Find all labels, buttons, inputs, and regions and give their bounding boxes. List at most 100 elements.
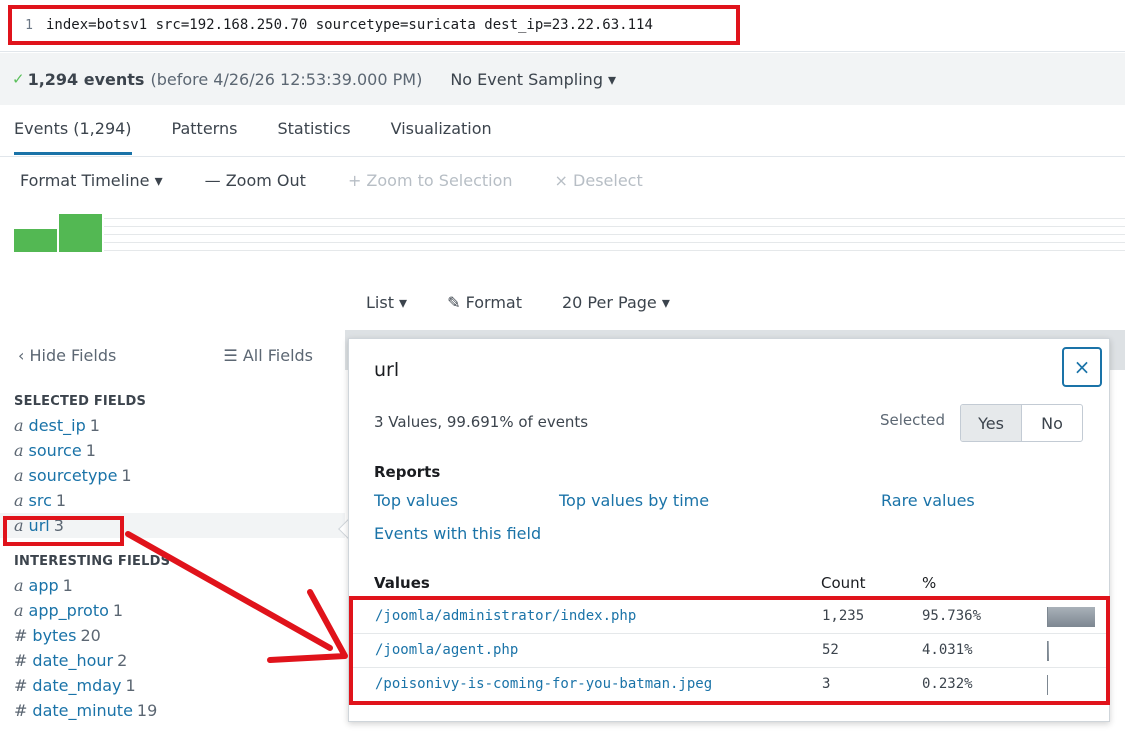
value-link[interactable]: /joomla/agent.php (375, 642, 518, 658)
timeline-gridline (104, 226, 1125, 227)
format-button[interactable]: ✎ Format (447, 293, 522, 312)
field-count: 1 (62, 576, 73, 595)
check-icon: ✓ (12, 70, 25, 88)
list-toolbar: List ▾ ✎ Format 20 Per Page ▾ (366, 280, 710, 324)
time-range: (before 4/26/26 12:53:39.000 PM) (150, 69, 423, 89)
tab-visualization[interactable]: Visualization (391, 105, 492, 155)
timeline-bar[interactable] (59, 214, 102, 252)
field-type-icon: a (14, 466, 24, 485)
selected-fields-list: a dest_ip 1 a source 1 a sourcetype 1 a src 1 a url 3 (0, 413, 345, 538)
timeline-chart[interactable] (14, 210, 1125, 252)
search-query[interactable]: index=botsv1 src=192.168.250.70 sourcety… (46, 17, 653, 33)
popup-title: url (374, 359, 400, 381)
selected-yes-button[interactable]: Yes (961, 405, 1022, 441)
all-fields-label: All Fields (242, 346, 313, 365)
zoom-out-button[interactable]: — Zoom Out (205, 171, 306, 190)
line-number: 1 (25, 17, 33, 33)
field-type-icon: a (14, 441, 24, 460)
search-input[interactable]: 1 index=botsv1 src=192.168.250.70 source… (8, 5, 740, 45)
field-type-icon: a (14, 576, 24, 595)
field-name: url (28, 516, 50, 535)
field-name: date_minute (32, 701, 133, 720)
value-percent: 95.736% (922, 608, 982, 624)
table-row[interactable]: /poisonivy-is-coming-for-you-batman.jpeg… (349, 667, 1109, 701)
value-bar-track (1047, 641, 1097, 661)
value-link[interactable]: /poisonivy-is-coming-for-you-batman.jpeg (375, 676, 712, 692)
event-count: 1,294 events (27, 69, 145, 89)
field-count: 20 (80, 626, 101, 645)
selected-fields-heading: SELECTED FIELDS (14, 394, 147, 409)
all-fields-button[interactable]: ☰ All Fields (223, 346, 313, 380)
field-item-src[interactable]: a src 1 (0, 488, 345, 513)
field-name: date_mday (32, 676, 122, 695)
table-row[interactable]: /joomla/agent.php 52 4.031% (349, 633, 1109, 667)
table-row[interactable]: /joomla/administrator/index.php 1,235 95.7… (349, 599, 1109, 633)
field-item-dest-ip[interactable]: a dest_ip 1 (0, 413, 345, 438)
field-item-source[interactable]: a source 1 (0, 438, 345, 463)
field-item-app[interactable]: a app 1 (0, 573, 345, 598)
value-percent: 4.031% (922, 642, 973, 658)
selected-no-button[interactable]: No (1022, 405, 1082, 441)
timeline-gridline (104, 234, 1125, 235)
percent-column-header: % (922, 574, 937, 592)
value-bar-track (1047, 607, 1097, 627)
values-column-header: Values (374, 574, 430, 592)
field-count: 19 (136, 701, 158, 720)
field-item-url[interactable]: a url 3 (0, 513, 345, 538)
field-count: 1 (89, 416, 100, 435)
list-icon: ☰ (223, 346, 243, 365)
field-item-date-hour[interactable]: # date_hour 2 (0, 648, 345, 673)
value-count: 1,235 (822, 608, 865, 624)
field-name: bytes (32, 626, 77, 645)
timeline-gridline (104, 242, 1125, 243)
selected-toggle: Yes No (960, 404, 1083, 442)
field-type-icon: # (14, 626, 28, 645)
deselect-button[interactable]: × Deselect (555, 171, 643, 190)
field-name: dest_ip (28, 416, 86, 435)
field-count: 1 (85, 441, 96, 460)
value-link[interactable]: /joomla/administrator/index.php (375, 608, 636, 624)
events-with-field-link[interactable]: Events with this field (374, 524, 541, 543)
search-status: ✓ 1,294 events (before 4/26/26 12:53:39.… (0, 53, 1125, 105)
event-sampling-dropdown[interactable]: No Event Sampling ▾ (450, 70, 616, 89)
field-item-date-mday[interactable]: # date_mday 1 (0, 673, 345, 698)
pencil-icon: ✎ (447, 292, 466, 312)
field-name: src (28, 491, 52, 510)
tab-statistics[interactable]: Statistics (277, 105, 350, 155)
field-type-icon: # (14, 651, 28, 670)
field-count: 3 (53, 516, 64, 535)
results-tabs: Events (1,294) Patterns Statistics Visua… (0, 105, 1125, 155)
per-page-dropdown[interactable]: 20 Per Page ▾ (562, 293, 670, 312)
sidebar-header: ‹ Hide Fields ☰ All Fields (0, 336, 345, 380)
field-item-date-minute[interactable]: # date_minute 19 (0, 698, 345, 723)
hide-fields-button[interactable]: ‹ Hide Fields (18, 346, 116, 380)
field-summary-popup: url × 3 Values, 99.691% of events Select… (348, 338, 1110, 722)
zoom-to-selection-button[interactable]: + Zoom to Selection (348, 171, 513, 190)
count-column-header: Count (821, 574, 866, 592)
field-item-bytes[interactable]: # bytes 20 (0, 623, 345, 648)
list-dropdown[interactable]: List ▾ (366, 293, 407, 312)
tab-patterns[interactable]: Patterns (172, 105, 238, 155)
timeline-bar[interactable] (14, 229, 57, 252)
close-button[interactable]: × (1062, 347, 1102, 387)
fields-sidebar: ‹ Hide Fields ☰ All Fields SELECTED FIEL… (0, 336, 345, 734)
value-count: 52 (822, 642, 839, 658)
field-count: 1 (125, 676, 136, 695)
values-summary: 3 Values, 99.691% of events (374, 413, 589, 431)
rare-values-link[interactable]: Rare values (881, 491, 975, 510)
field-count: 2 (117, 651, 128, 670)
field-type-icon: # (14, 676, 28, 695)
field-item-sourcetype[interactable]: a sourcetype 1 (0, 463, 345, 488)
field-type-icon: a (14, 516, 24, 535)
format-timeline-button[interactable]: Format Timeline ▾ (20, 171, 163, 190)
field-count: 1 (112, 601, 124, 620)
timeline-gridline (104, 218, 1125, 219)
field-item-app-proto[interactable]: a app_proto 1 (0, 598, 345, 623)
selected-label: Selected (880, 411, 946, 429)
field-type-icon: # (14, 701, 28, 720)
value-bar (1047, 607, 1095, 627)
tab-events[interactable]: Events (1,294) (14, 105, 132, 155)
top-values-link[interactable]: Top values (374, 491, 458, 510)
field-name: app_proto (28, 601, 109, 620)
top-values-by-time-link[interactable]: Top values by time (559, 491, 709, 510)
